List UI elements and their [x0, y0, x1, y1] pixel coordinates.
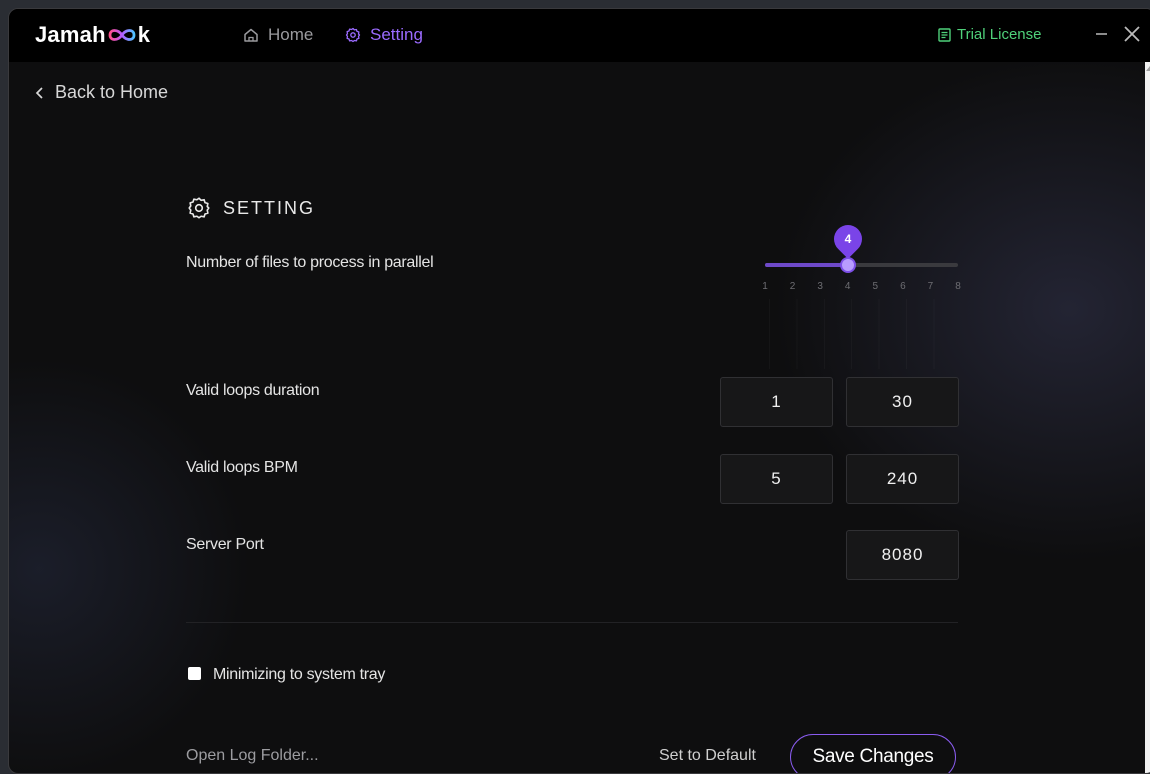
duration-label: Valid loops duration — [186, 382, 320, 399]
gear-icon — [345, 27, 361, 43]
section-heading: SETTING — [187, 196, 315, 220]
trial-license-button[interactable]: Trial License — [938, 26, 1041, 43]
close-button[interactable] — [1121, 23, 1143, 45]
license-label: Trial License — [957, 26, 1042, 43]
nav-setting[interactable]: Setting — [345, 25, 423, 45]
slider-tick-labels: 1 2 3 4 5 6 7 8 — [762, 281, 964, 295]
set-to-default-button[interactable]: Set to Default — [659, 747, 756, 765]
slider-value-text: 4 — [844, 232, 852, 246]
slider-tick-guides — [769, 299, 961, 369]
save-changes-button[interactable]: Save Changes — [790, 734, 956, 773]
parallel-slider-fill — [765, 263, 848, 267]
slider-value-bubble: 4 — [827, 219, 868, 259]
tray-label: Minimizing to system tray — [213, 666, 386, 683]
parallel-label: Number of files to process in parallel — [186, 254, 434, 271]
section-title: SETTING — [223, 197, 316, 218]
section-divider — [186, 622, 958, 623]
app-window: Jamah k Home Setting Trial License Back … — [8, 8, 1150, 774]
gear-icon — [188, 197, 210, 219]
slider-tick-label: 7 — [927, 281, 934, 292]
slider-tick-label: 8 — [955, 281, 961, 292]
title-bar: Jamah k Home Setting Trial License — [9, 9, 1150, 62]
app-logo: Jamah k — [35, 22, 150, 48]
tray-checkbox[interactable] — [188, 667, 201, 680]
license-icon — [938, 27, 951, 42]
bpm-max-input[interactable]: 240 — [846, 454, 959, 504]
duration-min-input[interactable]: 1 — [720, 377, 833, 427]
nav-home[interactable]: Home — [243, 25, 313, 45]
open-log-folder-link[interactable]: Open Log Folder... — [186, 747, 319, 765]
server-port-label: Server Port — [186, 536, 264, 553]
nav-home-label: Home — [268, 25, 314, 44]
bpm-min-input[interactable]: 5 — [720, 454, 833, 504]
infinity-icon — [108, 29, 136, 41]
slider-tick-label: 2 — [789, 281, 796, 292]
home-icon — [244, 28, 258, 42]
slider-tick-label: 5 — [872, 281, 879, 292]
back-label: Back to Home — [55, 82, 169, 102]
chevron-left-icon — [35, 86, 43, 99]
slider-tick-label: 3 — [817, 281, 823, 292]
background-glow — [9, 9, 1150, 773]
logo-text-right: k — [137, 22, 151, 47]
close-icon — [1124, 26, 1140, 42]
minimize-button[interactable] — [1091, 23, 1113, 45]
logo-text-left: Jamah — [35, 22, 106, 47]
scrollbar[interactable] — [1145, 62, 1150, 773]
duration-max-input[interactable]: 30 — [846, 377, 959, 427]
slider-tick-label: 6 — [900, 281, 906, 292]
minimize-icon — [1096, 33, 1107, 35]
parallel-slider-track[interactable] — [765, 263, 958, 267]
server-port-input[interactable]: 8080 — [846, 530, 959, 580]
slider-tick-label: 1 — [762, 281, 768, 292]
bpm-label: Valid loops BPM — [186, 459, 298, 476]
parallel-slider-thumb[interactable] — [839, 257, 856, 273]
nav-setting-label: Setting — [370, 25, 423, 44]
back-to-home-link[interactable]: Back to Home — [35, 82, 168, 103]
scroll-up-arrow-icon[interactable] — [1146, 66, 1150, 71]
slider-tick-label: 4 — [844, 281, 851, 292]
